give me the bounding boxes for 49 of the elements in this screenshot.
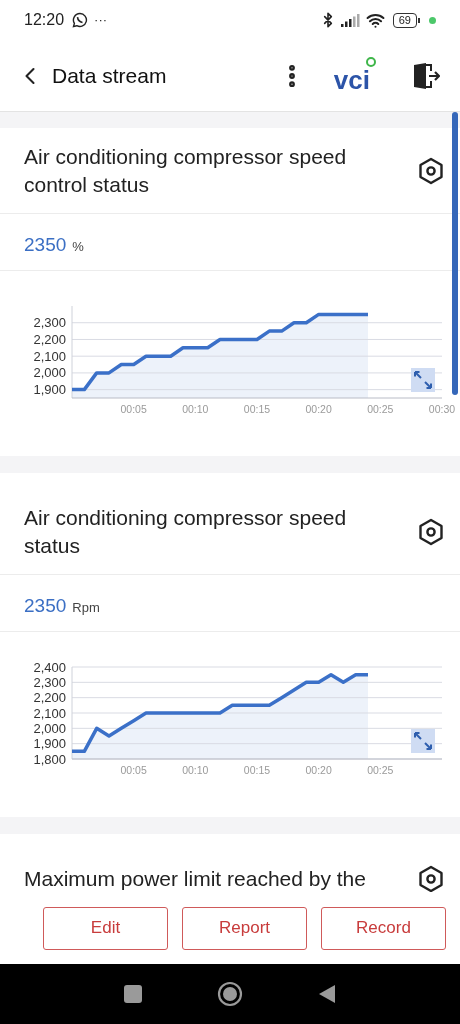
y-axis-label: 2,000 (33, 365, 66, 381)
x-axis-label: 00:10 (182, 764, 209, 776)
status-time: 12:20 (24, 10, 65, 30)
parameter-title: Air conditioning compressor speed control status (24, 144, 348, 198)
y-axis-label: 1,900 (33, 382, 66, 398)
parameter-value: 2350 (24, 594, 67, 618)
scrollbar[interactable] (452, 112, 458, 395)
y-axis-label: 2,400 (33, 659, 66, 675)
page-title: Data stream (52, 62, 167, 89)
action-button[interactable]: Record (321, 906, 446, 950)
expand-icon[interactable] (411, 729, 435, 753)
x-axis-label: 00:30 (428, 403, 456, 415)
exit-door-icon[interactable] (412, 61, 440, 90)
expand-icon[interactable] (411, 368, 435, 392)
parameter-value: 2350 (24, 233, 67, 257)
x-axis-label: 00:25 (367, 403, 394, 415)
y-axis-label: 2,300 (33, 674, 66, 690)
x-axis-label: 00:25 (367, 764, 394, 776)
vci-logo[interactable]: vci (333, 57, 376, 94)
y-axis-label: 1,800 (33, 751, 66, 767)
x-axis-label: 00:15 (243, 403, 271, 415)
x-axis-label: 00:05 (120, 764, 147, 776)
y-axis-label: 2,000 (33, 720, 66, 736)
parameter-unit: Rpm (72, 599, 100, 617)
chat-bubble-icon (72, 12, 89, 28)
parameter-title: Maximum power limit reached by the (24, 866, 367, 892)
x-axis-label: 00:20 (305, 764, 332, 776)
signal-icon (339, 13, 360, 27)
y-axis-label: 2,300 (33, 315, 66, 331)
y-axis-label: 2,200 (33, 690, 66, 706)
parameter-title: Air conditioning compressor speed status (24, 505, 348, 559)
y-axis-label: 1,900 (33, 736, 66, 752)
settings-icon[interactable] (418, 518, 444, 546)
x-axis-label: 00:05 (120, 403, 147, 415)
notification-more: ··· (94, 11, 108, 30)
y-axis-label: 2,100 (33, 705, 66, 721)
x-axis-label: 00:15 (243, 764, 271, 776)
settings-icon[interactable] (418, 157, 444, 185)
action-button[interactable]: Edit (43, 906, 168, 950)
settings-icon[interactable] (418, 865, 444, 892)
y-axis-label: 2,200 (33, 331, 66, 347)
action-button[interactable]: Report (182, 906, 307, 950)
back-nav-icon[interactable] (318, 984, 336, 1004)
x-axis-label: 00:10 (182, 403, 209, 415)
y-axis-label: 2,100 (33, 348, 66, 364)
battery-icon: 69 (392, 12, 417, 28)
home-icon[interactable] (217, 981, 243, 1007)
parameter-unit: % (72, 238, 84, 256)
x-axis-label: 00:20 (305, 403, 332, 415)
